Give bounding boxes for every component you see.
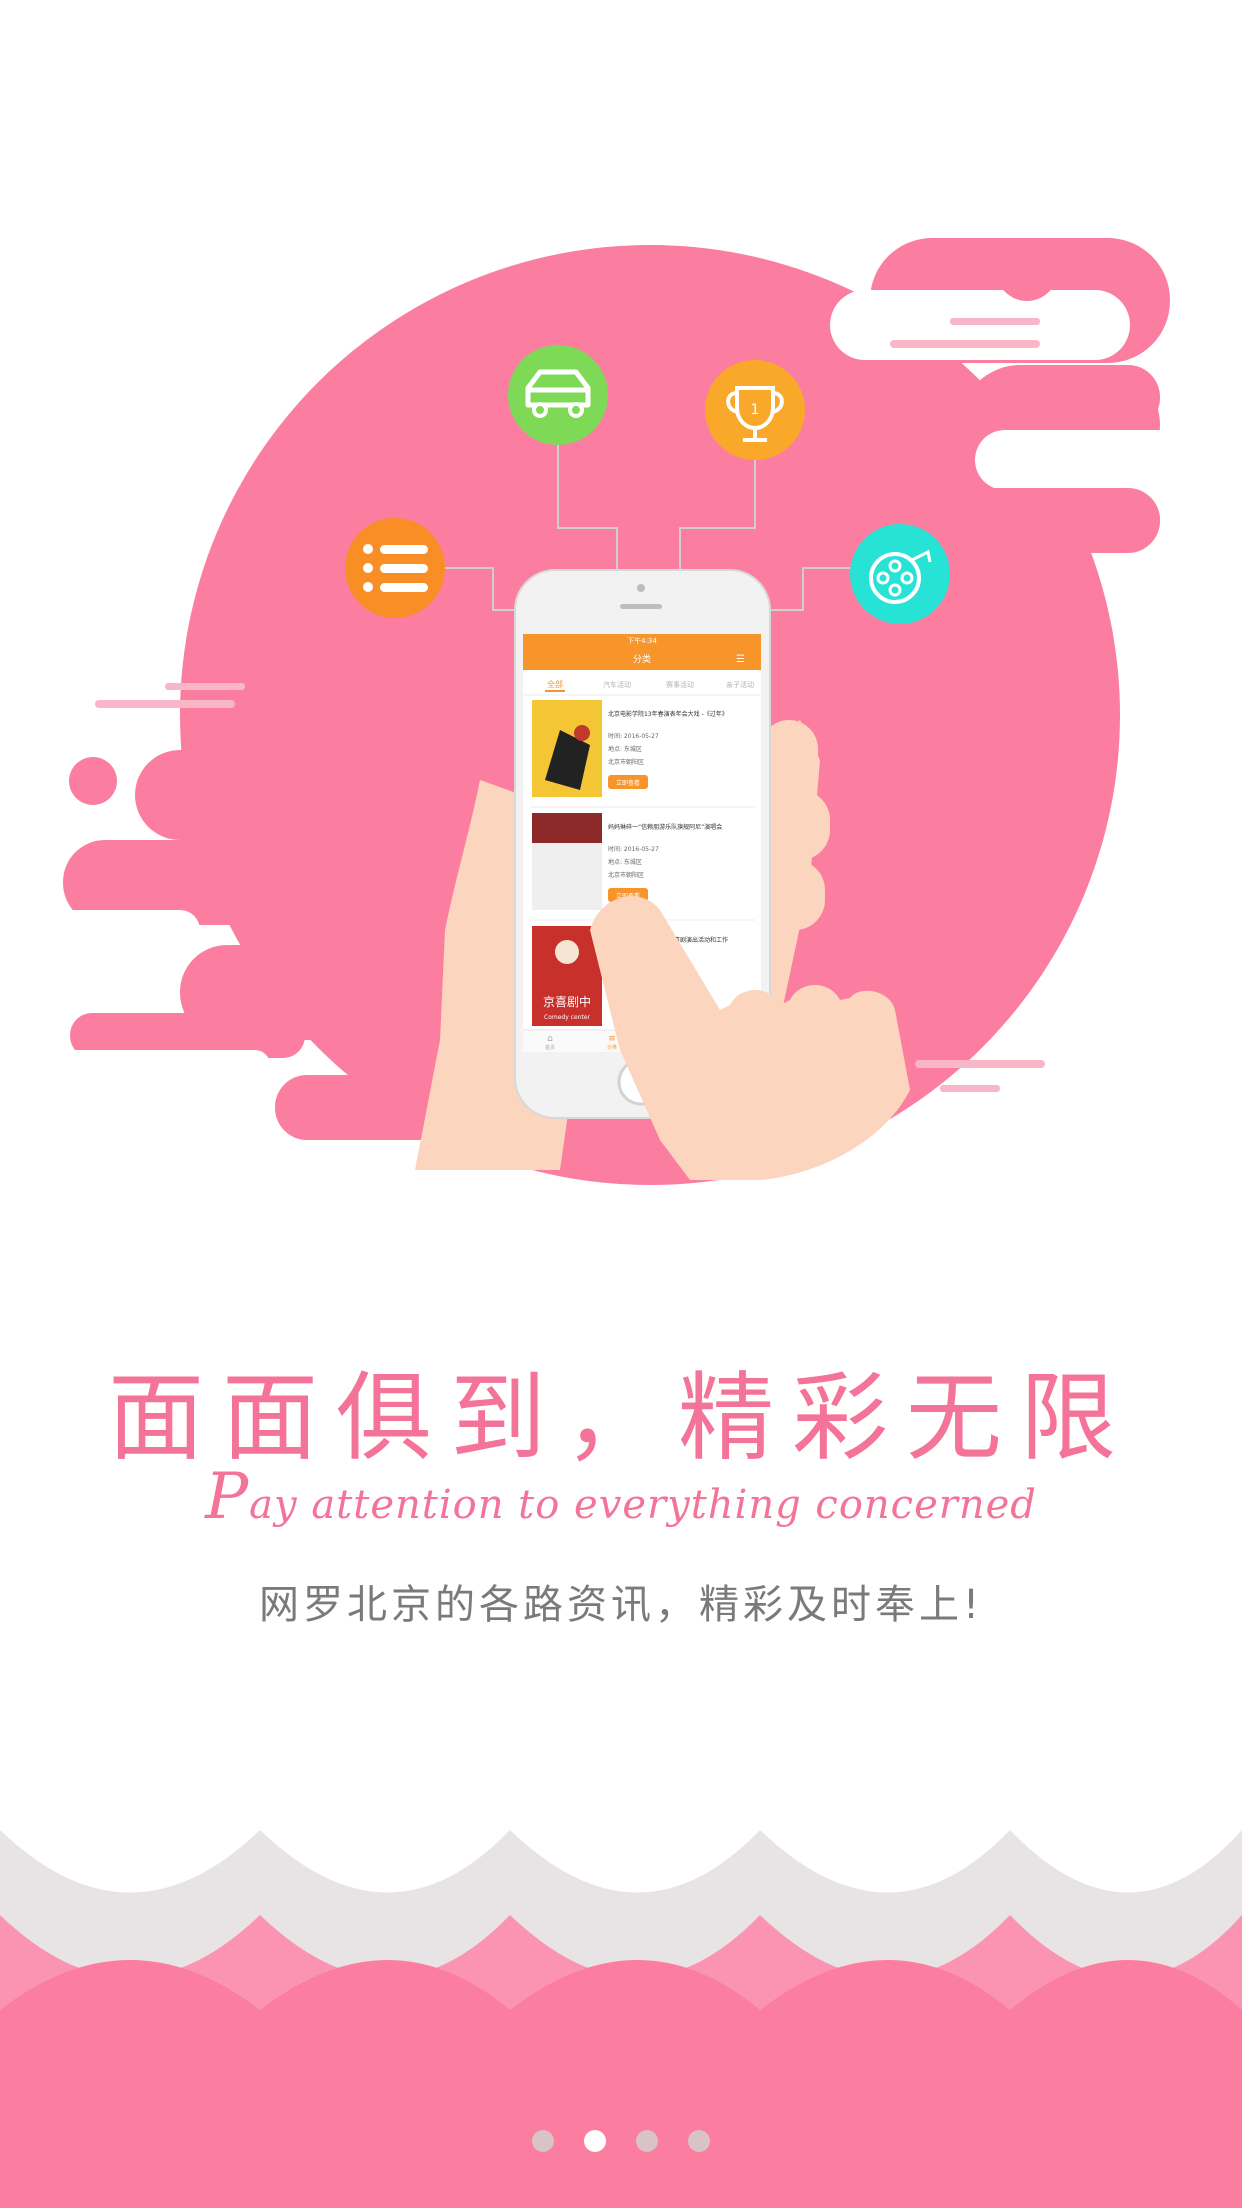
subline: Pay attention to everything concerned — [0, 1460, 1242, 1534]
page-dot-1[interactable] — [532, 2130, 554, 2152]
event-city-1: 北京市朝阳区 — [608, 758, 644, 766]
event-button-1: 立即查看 — [616, 779, 640, 787]
subline-cap: P — [205, 1460, 250, 1534]
headline: 面面俱到，精彩无限 — [108, 1362, 1134, 1474]
event-poster-3-sub: Comedy center — [544, 1014, 591, 1021]
page-indicator — [0, 2130, 1242, 2152]
event-place-1: 地点: 东城区 — [608, 745, 642, 753]
event-time-1: 时间: 2016-05-27 — [608, 732, 659, 740]
phone-home-icon: ⌂ — [547, 1034, 553, 1044]
event-place-2: 地点: 东城区 — [608, 858, 642, 866]
phone-tab-2: 赛事活动 — [666, 680, 694, 689]
svg-text:1: 1 — [751, 402, 760, 418]
page-dot-3[interactable] — [636, 2130, 658, 2152]
phone-tab-1: 汽车活动 — [603, 680, 631, 689]
event-city-2: 北京市朝阳区 — [608, 871, 644, 879]
subline-rest: ay attention to everything concerned — [249, 1482, 1037, 1528]
phone-status-time: 下午4:34 — [627, 636, 657, 645]
page-dot-4[interactable] — [688, 2130, 710, 2152]
pink-bubble — [996, 239, 1058, 301]
phone-menu-icon: ☰ — [736, 654, 745, 665]
phone-tab-0: 全部 — [547, 679, 563, 689]
tagline: 网罗北京的各路资讯，精彩及时奉上! — [258, 1582, 984, 1628]
film-reel-icon — [850, 524, 950, 624]
event-poster-3-text: 京喜剧中 — [543, 994, 591, 1009]
page-dot-2-active[interactable] — [584, 2130, 606, 2152]
list-icon — [345, 518, 445, 618]
phone-nav-title: 分类 — [633, 653, 651, 665]
phone-bottom-tab-0: 首页 — [545, 1044, 555, 1051]
phone-category-icon: ≡ — [608, 1034, 616, 1044]
phone-tab-3: 亲子活动 — [726, 680, 754, 689]
event-title-1: 北京电影学院13年春演表年会大戏 -《过年》 — [608, 710, 728, 718]
phone-bottom-tab-1: 分类 — [607, 1044, 617, 1051]
hero-illustration: 下午4:34 分类 ☰ 全部 汽车活动 赛事活动 亲子活动 北京电影学院13年春… — [40, 238, 1195, 1185]
trophy-icon: 1 — [705, 360, 805, 460]
event-time-2: 时间: 2016-05-27 — [608, 845, 659, 853]
wave-pink — [0, 1960, 1242, 2208]
event-title-2: 妈妈琳碎一“信赖朋游乐队旗舰阿尼”演唱会 — [608, 823, 722, 831]
car-icon — [508, 345, 608, 445]
